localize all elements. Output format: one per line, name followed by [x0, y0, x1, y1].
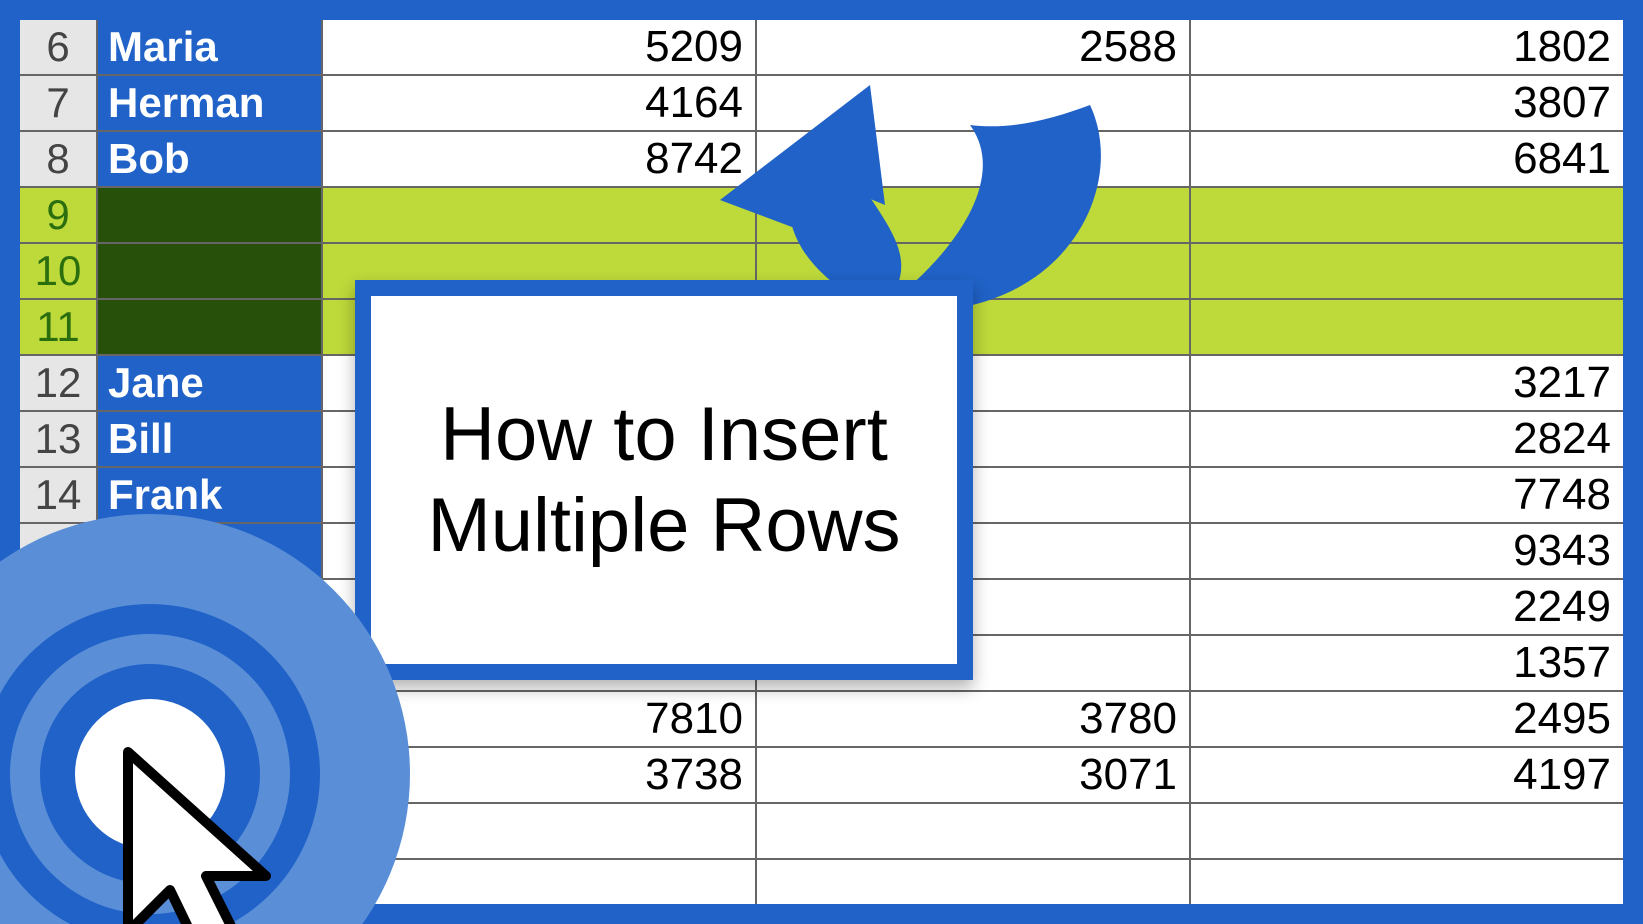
cell[interactable]: 9343: [1191, 524, 1623, 578]
cell[interactable]: 1357: [1191, 636, 1623, 690]
cell[interactable]: [323, 188, 757, 242]
name-cell[interactable]: [98, 244, 323, 298]
row-header[interactable]: 8: [20, 132, 98, 186]
cell[interactable]: [1191, 300, 1623, 354]
row-header[interactable]: 6: [20, 20, 98, 74]
row-header[interactable]: 9: [20, 188, 98, 242]
cell[interactable]: 7748: [1191, 468, 1623, 522]
cell[interactable]: [757, 132, 1191, 186]
cell[interactable]: 3217: [1191, 356, 1623, 410]
row-header[interactable]: 12: [20, 356, 98, 410]
cell[interactable]: 4164: [323, 76, 757, 130]
logo-icon: [0, 514, 410, 924]
title-card: How to Insert Multiple Rows: [355, 280, 973, 680]
cell[interactable]: [1191, 244, 1623, 298]
name-cell[interactable]: Jane: [98, 356, 323, 410]
cell[interactable]: 1802: [1191, 20, 1623, 74]
row-header[interactable]: 7: [20, 76, 98, 130]
cell[interactable]: 3807: [1191, 76, 1623, 130]
data-row[interactable]: 7 Herman 4164 3807: [20, 76, 1623, 132]
name-cell[interactable]: Bill: [98, 412, 323, 466]
cell[interactable]: 2588: [757, 20, 1191, 74]
cell[interactable]: 6841: [1191, 132, 1623, 186]
cell[interactable]: 3780: [757, 692, 1191, 746]
row-header[interactable]: 11: [20, 300, 98, 354]
name-cell[interactable]: Maria: [98, 20, 323, 74]
name-cell[interactable]: Herman: [98, 76, 323, 130]
data-row[interactable]: 8 Bob 8742 6841: [20, 132, 1623, 188]
cell[interactable]: [1191, 804, 1623, 858]
cell[interactable]: [1191, 188, 1623, 242]
name-cell[interactable]: [98, 300, 323, 354]
cell[interactable]: 8742: [323, 132, 757, 186]
cell[interactable]: [757, 860, 1191, 904]
data-row[interactable]: 6 Maria 5209 2588 1802: [20, 20, 1623, 76]
cell[interactable]: 2495: [1191, 692, 1623, 746]
cell[interactable]: 3071: [757, 748, 1191, 802]
row-header[interactable]: 10: [20, 244, 98, 298]
cell[interactable]: 2824: [1191, 412, 1623, 466]
cell[interactable]: 2249: [1191, 580, 1623, 634]
name-cell[interactable]: Bob: [98, 132, 323, 186]
cell[interactable]: 5209: [323, 20, 757, 74]
cell[interactable]: [757, 188, 1191, 242]
inserted-row[interactable]: 9: [20, 188, 1623, 244]
cell[interactable]: [1191, 860, 1623, 904]
name-cell[interactable]: [98, 188, 323, 242]
cell[interactable]: [757, 804, 1191, 858]
cell[interactable]: [757, 76, 1191, 130]
title-text: How to Insert Multiple Rows: [371, 296, 957, 664]
row-header[interactable]: 13: [20, 412, 98, 466]
cell[interactable]: 4197: [1191, 748, 1623, 802]
